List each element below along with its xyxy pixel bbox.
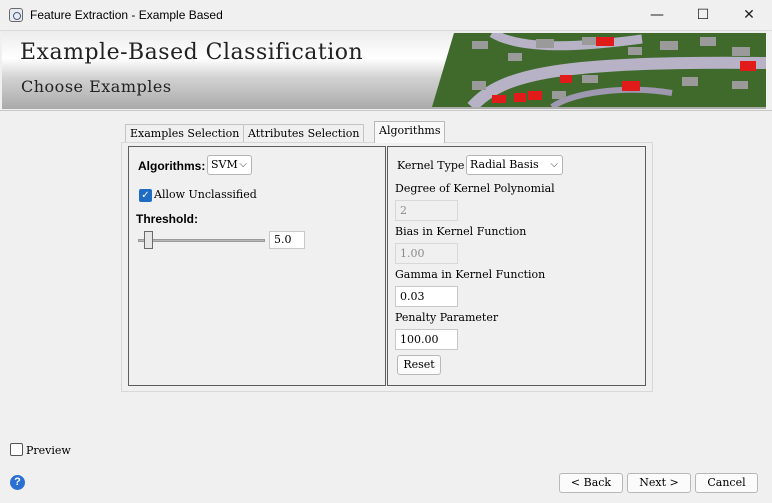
allow-unclassified-label: Allow Unclassified	[154, 188, 257, 201]
chevron-down-icon: ⌵	[550, 159, 558, 170]
tab-examples-selection[interactable]: Examples Selection	[125, 124, 245, 143]
threshold-input[interactable]: 5.0	[269, 231, 305, 249]
title-bar: Feature Extraction - Example Based — ☐ ✕	[0, 0, 772, 31]
kernel-type-label: Kernel Type	[397, 159, 465, 172]
cancel-button[interactable]: Cancel	[695, 473, 758, 493]
algorithm-select-value: SVM	[211, 158, 238, 171]
banner-divider	[0, 110, 772, 111]
degree-input: 2	[395, 200, 458, 221]
reset-button[interactable]: Reset	[397, 355, 441, 375]
back-button[interactable]: < Back	[559, 473, 623, 493]
allow-unclassified-checkbox[interactable]: ✓	[139, 189, 152, 202]
algorithm-select[interactable]: SVM ⌵	[207, 155, 252, 175]
maximize-button[interactable]: ☐	[680, 0, 726, 31]
next-button[interactable]: Next >	[627, 473, 691, 493]
penalty-label: Penalty Parameter	[395, 311, 499, 324]
algorithm-options-panel	[128, 146, 386, 386]
threshold-slider-handle[interactable]	[144, 231, 153, 249]
bias-input: 1.00	[395, 243, 458, 264]
threshold-label: Threshold:	[136, 212, 198, 226]
minimize-button[interactable]: —	[634, 0, 680, 31]
banner-title: Example-Based Classification	[20, 40, 364, 65]
tab-attributes-selection[interactable]: Attributes Selection	[243, 124, 365, 143]
kernel-type-value: Radial Basis	[470, 158, 539, 171]
wizard-banner: Example-Based Classification Choose Exam…	[2, 31, 766, 109]
degree-label: Degree of Kernel Polynomial	[395, 182, 555, 195]
preview-checkbox[interactable]	[10, 443, 23, 456]
bias-label: Bias in Kernel Function	[395, 225, 527, 238]
aerial-image	[432, 33, 766, 107]
kernel-type-select[interactable]: Radial Basis ⌵	[466, 155, 563, 175]
chevron-down-icon: ⌵	[239, 159, 247, 170]
close-button[interactable]: ✕	[726, 0, 772, 31]
tab-algorithms[interactable]: Algorithms	[374, 121, 446, 143]
gamma-label: Gamma in Kernel Function	[395, 268, 546, 281]
app-icon	[9, 8, 23, 22]
banner-subtitle: Choose Examples	[21, 77, 172, 96]
help-icon[interactable]: ?	[10, 475, 25, 490]
window-title: Feature Extraction - Example Based	[30, 8, 223, 22]
algorithms-label: Algorithms:	[138, 159, 206, 173]
gamma-input[interactable]: 0.03	[395, 286, 458, 307]
penalty-input[interactable]: 100.00	[395, 329, 458, 350]
threshold-slider-track[interactable]	[138, 239, 265, 242]
preview-label: Preview	[26, 444, 71, 457]
